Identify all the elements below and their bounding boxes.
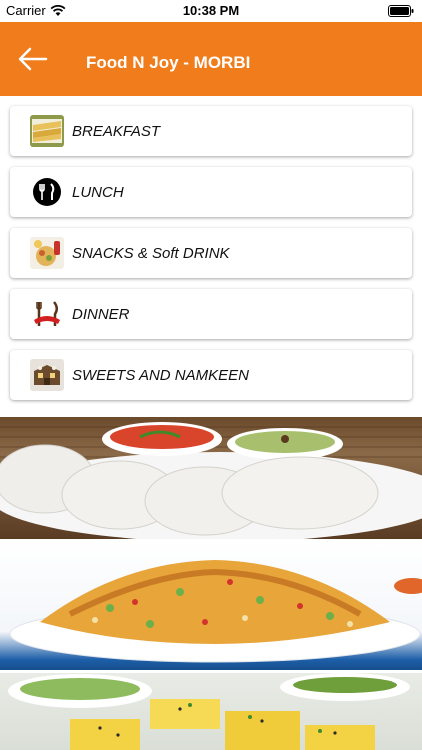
menu-item-snacks[interactable]: SNACKS & Soft DRINK (10, 228, 412, 278)
sweets-icon (30, 359, 64, 391)
menu-item-label: BREAKFAST (72, 123, 161, 140)
battery-icon (388, 5, 414, 17)
breakfast-icon (30, 115, 64, 147)
category-menu: BREAKFAST LUNCH SNACKS & Soft DRINK DINN… (10, 106, 412, 411)
menu-item-label: SNACKS & Soft DRINK (72, 245, 230, 262)
clock: 10:38 PM (182, 3, 240, 18)
menu-item-sweets[interactable]: SWEETS AND NAMKEEN (10, 350, 412, 400)
menu-item-label: DINNER (72, 306, 130, 323)
idli-chutney-photo (0, 417, 422, 539)
fork-knife-icon (30, 176, 64, 208)
namkeen-mix-photo (0, 542, 422, 670)
status-bar: Carrier 10:38 PM (0, 0, 422, 22)
menu-item-breakfast[interactable]: BREAKFAST (10, 106, 412, 156)
app-header: Food N Joy - MORBI (0, 22, 422, 96)
dhokla-photo (0, 673, 422, 750)
dinner-icon (30, 298, 64, 330)
menu-item-dinner[interactable]: DINNER (10, 289, 412, 339)
page-title: Food N Joy - MORBI (86, 53, 251, 72)
menu-item-lunch[interactable]: LUNCH (10, 167, 412, 217)
snacks-icon (30, 237, 64, 269)
dhokla-illustration (8, 673, 410, 750)
idli-illustration (0, 422, 422, 539)
menu-item-label: LUNCH (72, 184, 124, 201)
namkeen-illustration (9, 560, 422, 663)
menu-item-label: SWEETS AND NAMKEEN (72, 367, 249, 384)
back-arrow-icon[interactable] (16, 46, 50, 72)
